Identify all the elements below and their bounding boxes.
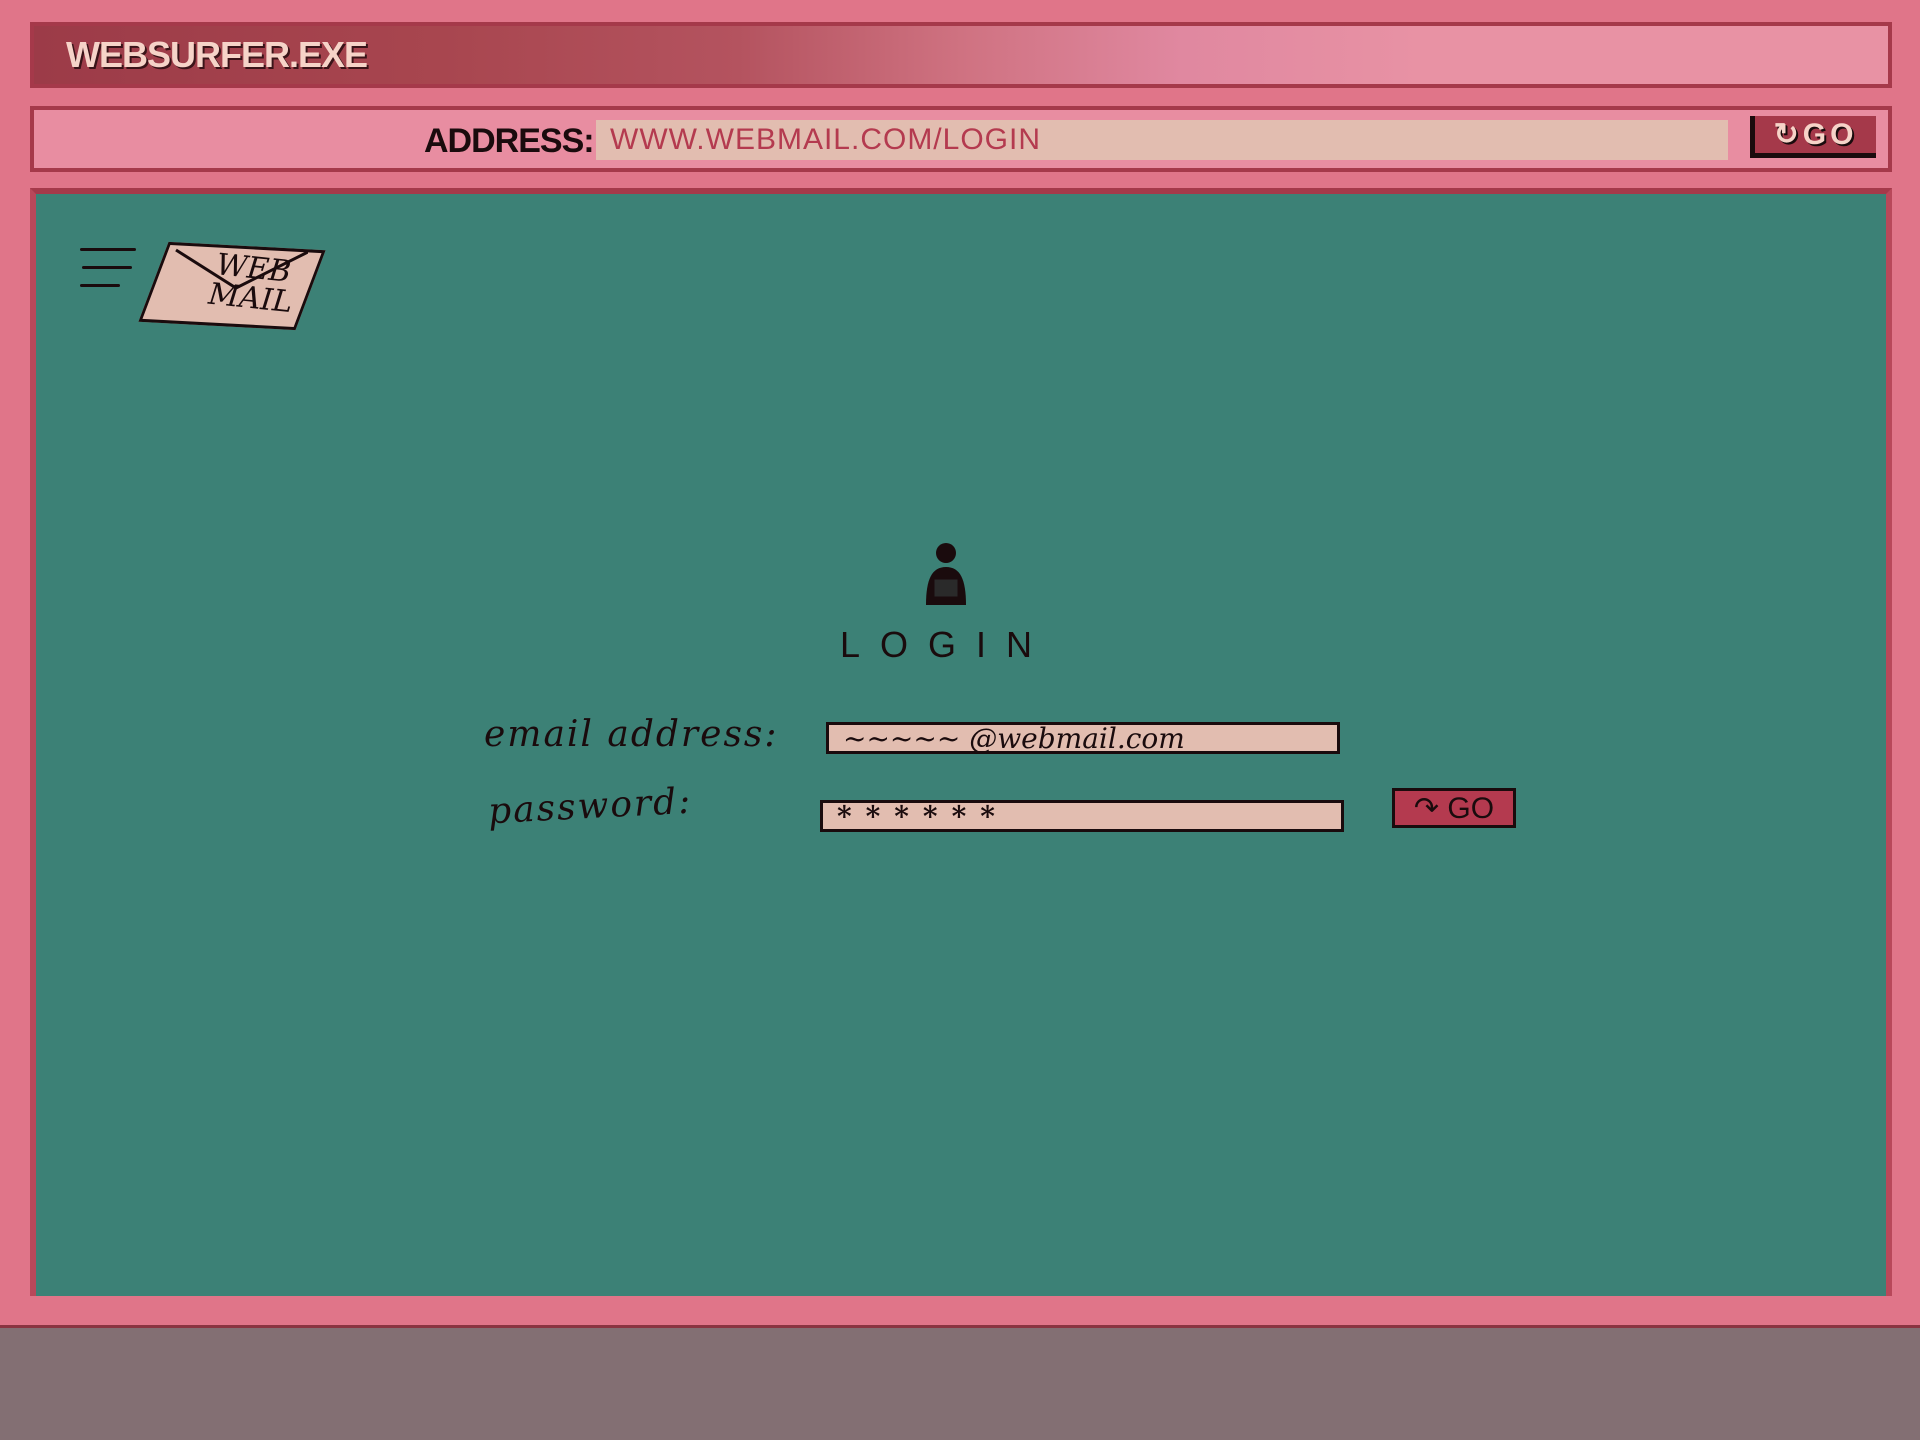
password-label: password: [487,780,694,833]
login-go-label: GO [1447,792,1495,825]
title-bar[interactable]: WEBSURFER.EXE [30,22,1892,88]
page-content: WEB MAIL LOGIN email address: password: … [30,188,1892,1296]
reload-arrow-icon: ↷ [1413,792,1440,825]
window-title: WEBSURFER.EXE [66,34,368,75]
login-title: LOGIN [839,624,1053,665]
webmail-logo[interactable]: WEB MAIL [80,236,330,346]
url-input[interactable] [596,120,1728,160]
address-go-label: GO [1802,118,1858,151]
address-go-button[interactable]: ↻GO [1750,116,1876,158]
address-label: ADDRESS: [424,122,595,160]
login-go-button[interactable]: ↷ GO [1392,788,1516,828]
email-field[interactable] [826,722,1340,754]
password-field[interactable] [820,800,1344,832]
desktop-background [0,1328,1920,1440]
browser-window: WEBSURFER.EXE ADDRESS: ↻GO WEB MAIL [0,0,1920,1328]
reload-arrow-icon: ↻ [1773,118,1803,151]
address-bar: ADDRESS: ↻GO [30,106,1892,172]
speed-line [80,248,136,251]
speed-line [80,284,120,287]
speed-line [82,266,132,269]
email-label: email address: [484,714,779,755]
user-icon [926,543,966,605]
